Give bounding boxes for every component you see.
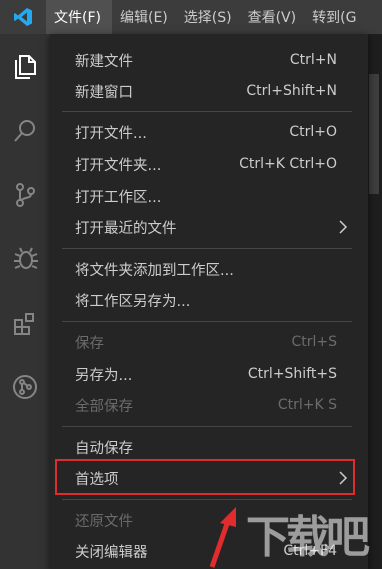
menu-item-label: 新建窗口 xyxy=(75,84,133,101)
explorer-icon[interactable] xyxy=(0,42,50,92)
menu-item-label: 将文件夹添加到工作区... xyxy=(75,262,234,279)
menu-item-open-folder[interactable]: 打开文件夹... Ctrl+K Ctrl+O xyxy=(50,148,368,180)
menu-selection[interactable]: 选择(S) xyxy=(176,0,240,34)
menu-item-open-file[interactable]: 打开文件... Ctrl+O xyxy=(50,116,368,148)
menu-item-label: 全部保存 xyxy=(75,398,133,415)
menu-item-save-all[interactable]: 全部保存 Ctrl+K S xyxy=(50,389,368,421)
menu-item-label: 保存 xyxy=(75,335,104,352)
menu-item-label: 将工作区另存为... xyxy=(75,293,191,310)
menu-item-label: 另存为... xyxy=(75,367,133,384)
remote-icon[interactable] xyxy=(0,362,50,412)
menu-item-shortcut: Ctrl+Shift+N xyxy=(246,83,337,99)
highlight-box xyxy=(55,459,355,495)
menu-separator xyxy=(62,426,352,427)
menu-bar: 文件(F) 编辑(E) 选择(S) 查看(V) 转到(G xyxy=(0,0,382,34)
menu-item-label: 自动保存 xyxy=(75,440,133,457)
menu-item-shortcut: Ctrl+N xyxy=(289,52,337,68)
menu-item-save-workspace-as[interactable]: 将工作区另存为... xyxy=(50,284,368,316)
menu-item-shortcut: Ctrl+Shift+S xyxy=(247,366,337,382)
menu-file[interactable]: 文件(F) xyxy=(46,0,112,34)
menu-item-new-file[interactable]: 新建文件 Ctrl+N xyxy=(50,44,368,76)
menu-item-label: 打开工作区... xyxy=(75,189,162,206)
watermark-logo: 下载吧 xyxy=(246,512,370,563)
search-icon[interactable] xyxy=(0,106,50,156)
menu-item-shortcut: Ctrl+K S xyxy=(277,397,337,413)
menu-separator xyxy=(62,111,352,112)
menu-item-save[interactable]: 保存 Ctrl+S xyxy=(50,326,368,358)
menu-edit[interactable]: 编辑(E) xyxy=(112,0,176,34)
scrollbar-thumb[interactable] xyxy=(369,74,379,194)
menu-item-new-window[interactable]: 新建窗口 Ctrl+Shift+N xyxy=(50,75,368,107)
menu-go[interactable]: 转到(G xyxy=(304,0,364,34)
chevron-right-icon xyxy=(336,211,350,243)
annotation-arrow-icon xyxy=(209,507,236,568)
menu-view[interactable]: 查看(V) xyxy=(240,0,305,34)
menu-item-save-as[interactable]: 另存为... Ctrl+Shift+S xyxy=(50,358,368,390)
menu-separator xyxy=(62,248,352,249)
menu-item-open-recent[interactable]: 打开最近的文件 xyxy=(50,211,368,243)
vscode-logo-icon xyxy=(0,0,46,34)
menu-item-shortcut: Ctrl+O xyxy=(289,124,337,140)
extensions-icon[interactable] xyxy=(0,298,50,348)
menu-item-shortcut: Ctrl+S xyxy=(291,334,337,350)
menu-separator xyxy=(62,321,352,322)
activity-bar xyxy=(0,34,50,569)
menu-item-label: 打开文件... xyxy=(75,125,147,142)
menu-item-label: 新建文件 xyxy=(75,53,133,70)
source-control-icon[interactable] xyxy=(0,170,50,220)
menu-item-add-folder-to-workspace[interactable]: 将文件夹添加到工作区... xyxy=(50,253,368,285)
menu-separator xyxy=(62,499,352,500)
menu-item-label: 打开最近的文件 xyxy=(75,220,177,237)
debug-icon[interactable] xyxy=(0,234,50,284)
menu-item-shortcut: Ctrl+K Ctrl+O xyxy=(239,156,337,172)
menu-item-label: 打开文件夹... xyxy=(75,157,162,174)
menu-item-open-workspace[interactable]: 打开工作区... xyxy=(50,180,368,212)
